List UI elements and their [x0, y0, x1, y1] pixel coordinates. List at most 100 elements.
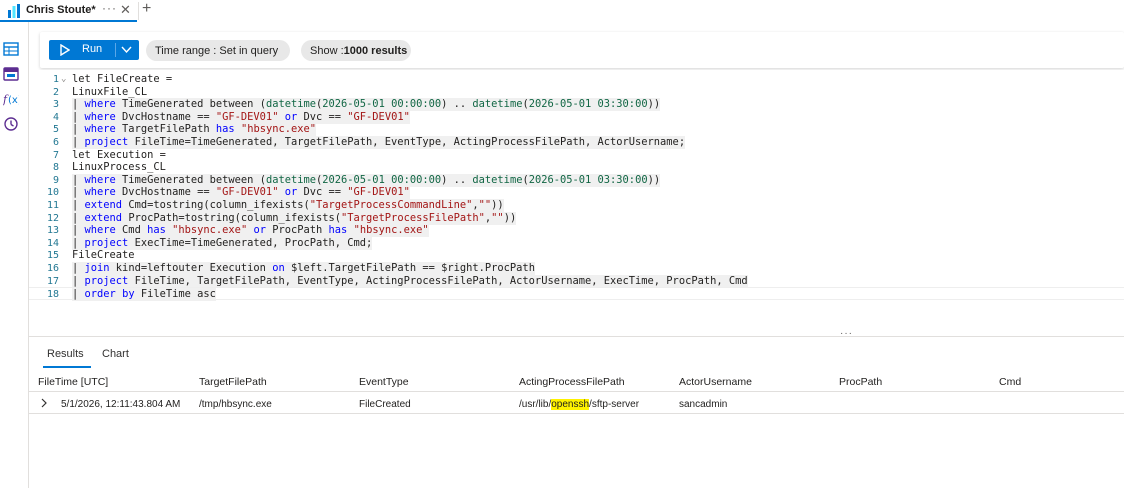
chevron-down-icon[interactable]: [121, 45, 132, 54]
code-token: "GF-DEV01": [215, 186, 279, 199]
code-line[interactable]: 12 | extend ProcPath=tostring(column_ifex…: [29, 211, 1124, 225]
code-line[interactable]: 14 | project ExecTime=TimeGenerated, Proc…: [29, 236, 1124, 250]
svg-text:(x): (x): [8, 95, 19, 106]
line-number: 14: [46, 237, 59, 249]
code-line[interactable]: 4 | where DvcHostname == "GF-DEV01" or Dv…: [29, 110, 1124, 124]
code-token: 2026-05-01 00:00:00: [322, 173, 442, 186]
code-token: ProcPath=tostring(column_ifexists(: [122, 211, 342, 224]
code-token: DvcHostname ==: [115, 186, 216, 199]
line-number: 10: [46, 187, 59, 199]
code-line[interactable]: 1 ⌄ let FileCreate =: [29, 73, 1124, 86]
code-text: | where TimeGenerated between (datetime(…: [72, 98, 661, 112]
history-icon[interactable]: [3, 116, 19, 132]
column-header-cmd[interactable]: Cmd: [999, 376, 1021, 388]
run-button[interactable]: Run: [49, 40, 139, 60]
code-token: DvcHostname ==: [115, 110, 216, 123]
line-number: 12: [46, 212, 59, 224]
column-header-actingprocessfilepath[interactable]: ActingProcessFilePath: [519, 376, 625, 388]
pane-splitter[interactable]: [29, 336, 1124, 337]
line-number: 8: [52, 162, 59, 174]
code-token: datetime: [472, 173, 523, 186]
tab-chart[interactable]: Chart: [102, 348, 129, 360]
cell-targetfilepath: /tmp/hbsync.exe: [199, 399, 272, 410]
play-icon: [60, 44, 70, 56]
path-prefix: /usr/lib/: [519, 399, 552, 410]
code-token: ) ..: [441, 173, 473, 186]
code-line[interactable]: 9 | where TimeGenerated between (datetime…: [29, 173, 1124, 187]
column-header-filetime[interactable]: FileTime [UTC]: [38, 376, 108, 388]
code-text: | where Cmd has "hbsync.exe" or ProcPath…: [72, 224, 429, 238]
new-tab-icon[interactable]: +: [142, 0, 151, 18]
tab-bar: Chris Stoute* ··· ✕ +: [0, 0, 1124, 22]
code-token: 2026-05-01 00:00:00: [322, 98, 442, 111]
time-range-button[interactable]: Time range : Set in query: [146, 40, 290, 61]
splitter-handle-icon[interactable]: ···: [840, 328, 853, 339]
code-token: or: [284, 186, 298, 199]
code-token: Cmd=tostring(column_ifexists(: [122, 199, 310, 211]
line-number: 7: [52, 149, 59, 161]
line-number: 17: [46, 275, 59, 287]
code-line[interactable]: 16 | join kind=leftouter Execution on $le…: [29, 262, 1124, 275]
code-token: where: [84, 123, 116, 136]
query-toolbar: Run Time range : Set in query Show : 100…: [40, 32, 1124, 68]
show-value: 1000 results: [343, 44, 408, 57]
line-number: 5: [52, 124, 59, 136]
time-range-label: Time range :: [155, 44, 217, 57]
fold-chevron-icon[interactable]: ⌄: [61, 73, 66, 86]
code-token: )): [491, 199, 504, 211]
code-token: where: [84, 173, 116, 186]
tab-more-icon[interactable]: ···: [102, 1, 117, 15]
code-text: let FileCreate =: [72, 73, 172, 86]
table-row[interactable]: 5/1/2026, 12:11:43.804 AM /tmp/hbsync.ex…: [29, 394, 1124, 414]
code-token: ) ..: [441, 98, 473, 111]
line-number: 16: [46, 263, 59, 274]
code-line[interactable]: 7 let Execution =: [29, 149, 1124, 162]
column-header-eventtype[interactable]: EventType: [359, 376, 409, 388]
query-tab[interactable]: Chris Stoute* ··· ✕: [0, 0, 137, 22]
show-results-button[interactable]: Show : 1000 results: [301, 40, 411, 61]
code-line[interactable]: 11 | extend Cmd=tostring(column_ifexists(…: [29, 199, 1124, 212]
tab-results[interactable]: Results: [47, 348, 84, 360]
code-token: |: [72, 236, 85, 249]
table-icon[interactable]: [3, 41, 19, 57]
code-line[interactable]: 10 | where DvcHostname == "GF-DEV01" or D…: [29, 186, 1124, 200]
code-line[interactable]: 2 LinuxFile_CL: [29, 86, 1124, 99]
code-token: has: [328, 224, 348, 237]
code-line[interactable]: 8 LinuxProcess_CL: [29, 161, 1124, 174]
code-token: "TargetProcessFilePath": [341, 211, 485, 224]
code-line[interactable]: 15 FileCreate: [29, 249, 1124, 262]
column-header-actorusername[interactable]: ActorUsername: [679, 376, 752, 388]
code-text: let Execution =: [72, 149, 166, 162]
code-line[interactable]: 6 | project FileTime=TimeGenerated, Targe…: [29, 136, 1124, 149]
query-editor[interactable]: 1 ⌄ let FileCreate = 2 LinuxFile_CL 3 | where …: [29, 70, 1124, 340]
code-text: | where DvcHostname == "GF-DEV01" or Dvc…: [72, 110, 410, 124]
tab-close-icon[interactable]: ✕: [120, 2, 131, 18]
code-token: "GF-DEV01": [215, 110, 279, 123]
line-number: 4: [52, 111, 59, 123]
line-number: 1: [52, 74, 59, 85]
code-text: LinuxProcess_CL: [72, 161, 166, 174]
code-token: order: [84, 288, 116, 301]
code-token: Dvc ==: [297, 110, 348, 123]
function-icon[interactable]: [3, 66, 19, 82]
chevron-right-icon[interactable]: [40, 397, 48, 409]
code-line[interactable]: 17 | project FileTime, TargetFilePath, Ev…: [29, 274, 1124, 288]
code-text: | where DvcHostname == "GF-DEV01" or Dvc…: [72, 186, 410, 200]
run-divider: [115, 43, 116, 57]
column-header-procpath[interactable]: ProcPath: [839, 376, 882, 388]
code-line[interactable]: 13 | where Cmd has "hbsync.exe" or ProcPa…: [29, 224, 1124, 238]
column-header-targetfilepath[interactable]: TargetFilePath: [199, 376, 267, 388]
code-token: "": [491, 211, 504, 224]
code-text: | project FileTime=TimeGenerated, Target…: [72, 136, 686, 149]
code-token: project: [84, 274, 129, 287]
code-line[interactable]: 3 | where TimeGenerated between (datetime…: [29, 98, 1124, 112]
code-token: by: [122, 288, 135, 301]
code-line[interactable]: 5 | where TargetFilePath has "hbsync.exe": [29, 123, 1124, 137]
formula-icon[interactable]: f (x): [3, 91, 19, 107]
run-label: Run: [82, 43, 103, 55]
code-token: )): [503, 211, 517, 224]
code-token: or: [253, 224, 266, 237]
code-text: | where TargetFilePath has "hbsync.exe": [72, 123, 317, 137]
code-token: 2026-05-01 03:30:00: [528, 98, 648, 111]
code-line[interactable]: 18 | order by FileTime asc: [29, 287, 1124, 302]
